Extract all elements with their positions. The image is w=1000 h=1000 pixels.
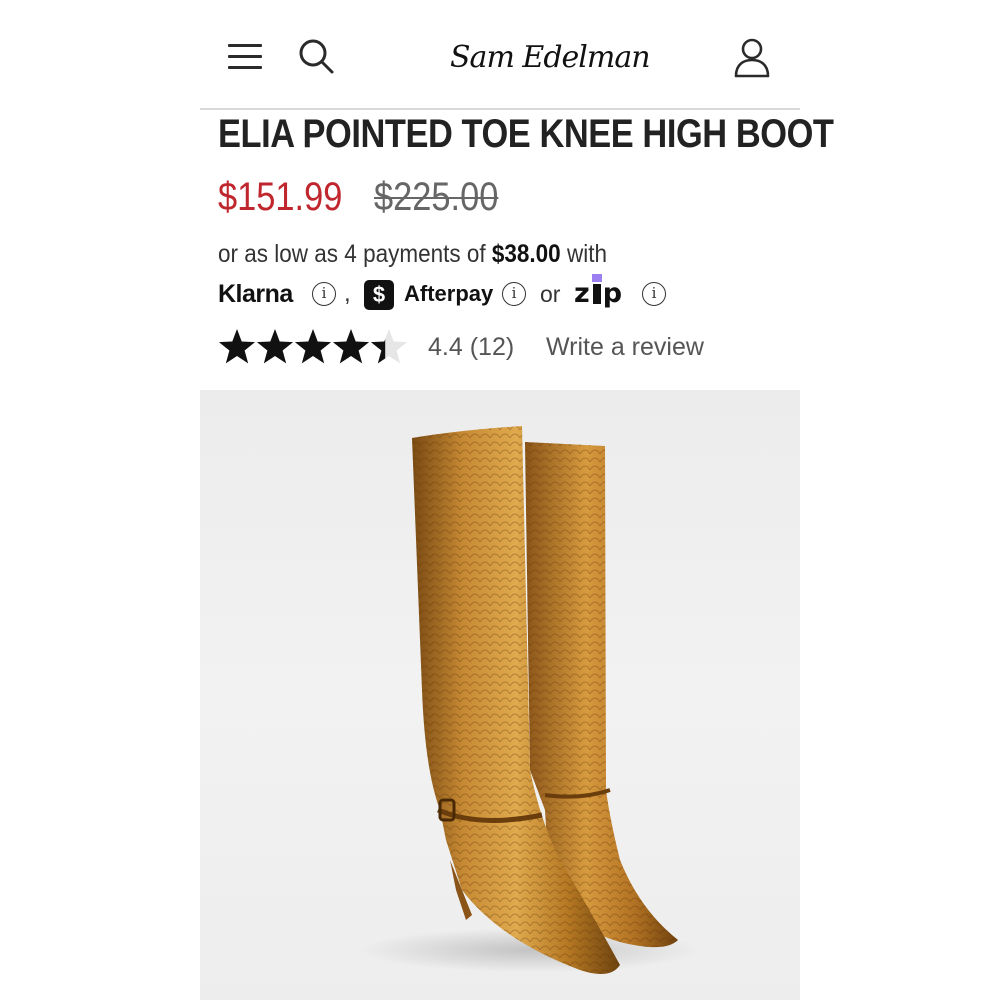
star-rating[interactable]: [218, 328, 408, 368]
zip-logo-i-icon: [591, 274, 602, 304]
provider-separator: ,: [344, 280, 351, 307]
header-divider: [200, 108, 800, 110]
star-filled-icon: [332, 329, 370, 364]
hamburger-menu-icon[interactable]: [226, 40, 264, 72]
boots-illustration: [360, 426, 700, 974]
installments-suffix: with: [560, 240, 607, 268]
account-icon[interactable]: [732, 36, 772, 80]
provider-or: or: [540, 281, 561, 307]
site-header: Sam Edelman: [200, 0, 800, 110]
klarna-label[interactable]: Klarna: [218, 274, 293, 314]
zip-logo-left: z: [574, 278, 591, 309]
afterpay-badge-icon: $: [364, 280, 394, 310]
installment-amount: $38.00: [491, 240, 561, 268]
star-filled-icon: [256, 329, 294, 364]
installments-text: or as low as 4 payments of $38.00 with: [218, 236, 607, 272]
price-row: $151.99 $225.00: [218, 172, 498, 222]
star-filled-icon: [294, 329, 332, 364]
klarna-info-icon[interactable]: i: [312, 282, 336, 306]
product-page: Sam Edelman ELIA POINTED TOE KNEE HIGH B…: [200, 0, 834, 1000]
search-icon[interactable]: [296, 36, 336, 76]
zip-logo[interactable]: zp: [574, 274, 623, 314]
afterpay-label[interactable]: Afterpay: [404, 274, 493, 314]
star-filled-icon: [218, 329, 256, 364]
sale-price: $151.99: [218, 175, 343, 219]
brand-logo[interactable]: Sam Edelman: [450, 28, 651, 88]
write-review-link[interactable]: Write a review: [546, 328, 704, 366]
product-image[interactable]: [200, 390, 800, 1000]
rating-summary: 4.4 (12): [428, 328, 514, 366]
product-title: ELIA POINTED TOE KNEE HIGH BOOT: [218, 112, 834, 156]
afterpay-info-icon[interactable]: i: [502, 282, 526, 306]
original-price: $225.00: [374, 175, 499, 219]
zip-info-icon[interactable]: i: [642, 282, 666, 306]
rating-count: (12): [469, 333, 515, 361]
installments-prefix: or as low as 4 payments of: [218, 240, 492, 268]
zip-logo-right: p: [602, 278, 624, 309]
rating-value: 4.4: [428, 333, 463, 361]
